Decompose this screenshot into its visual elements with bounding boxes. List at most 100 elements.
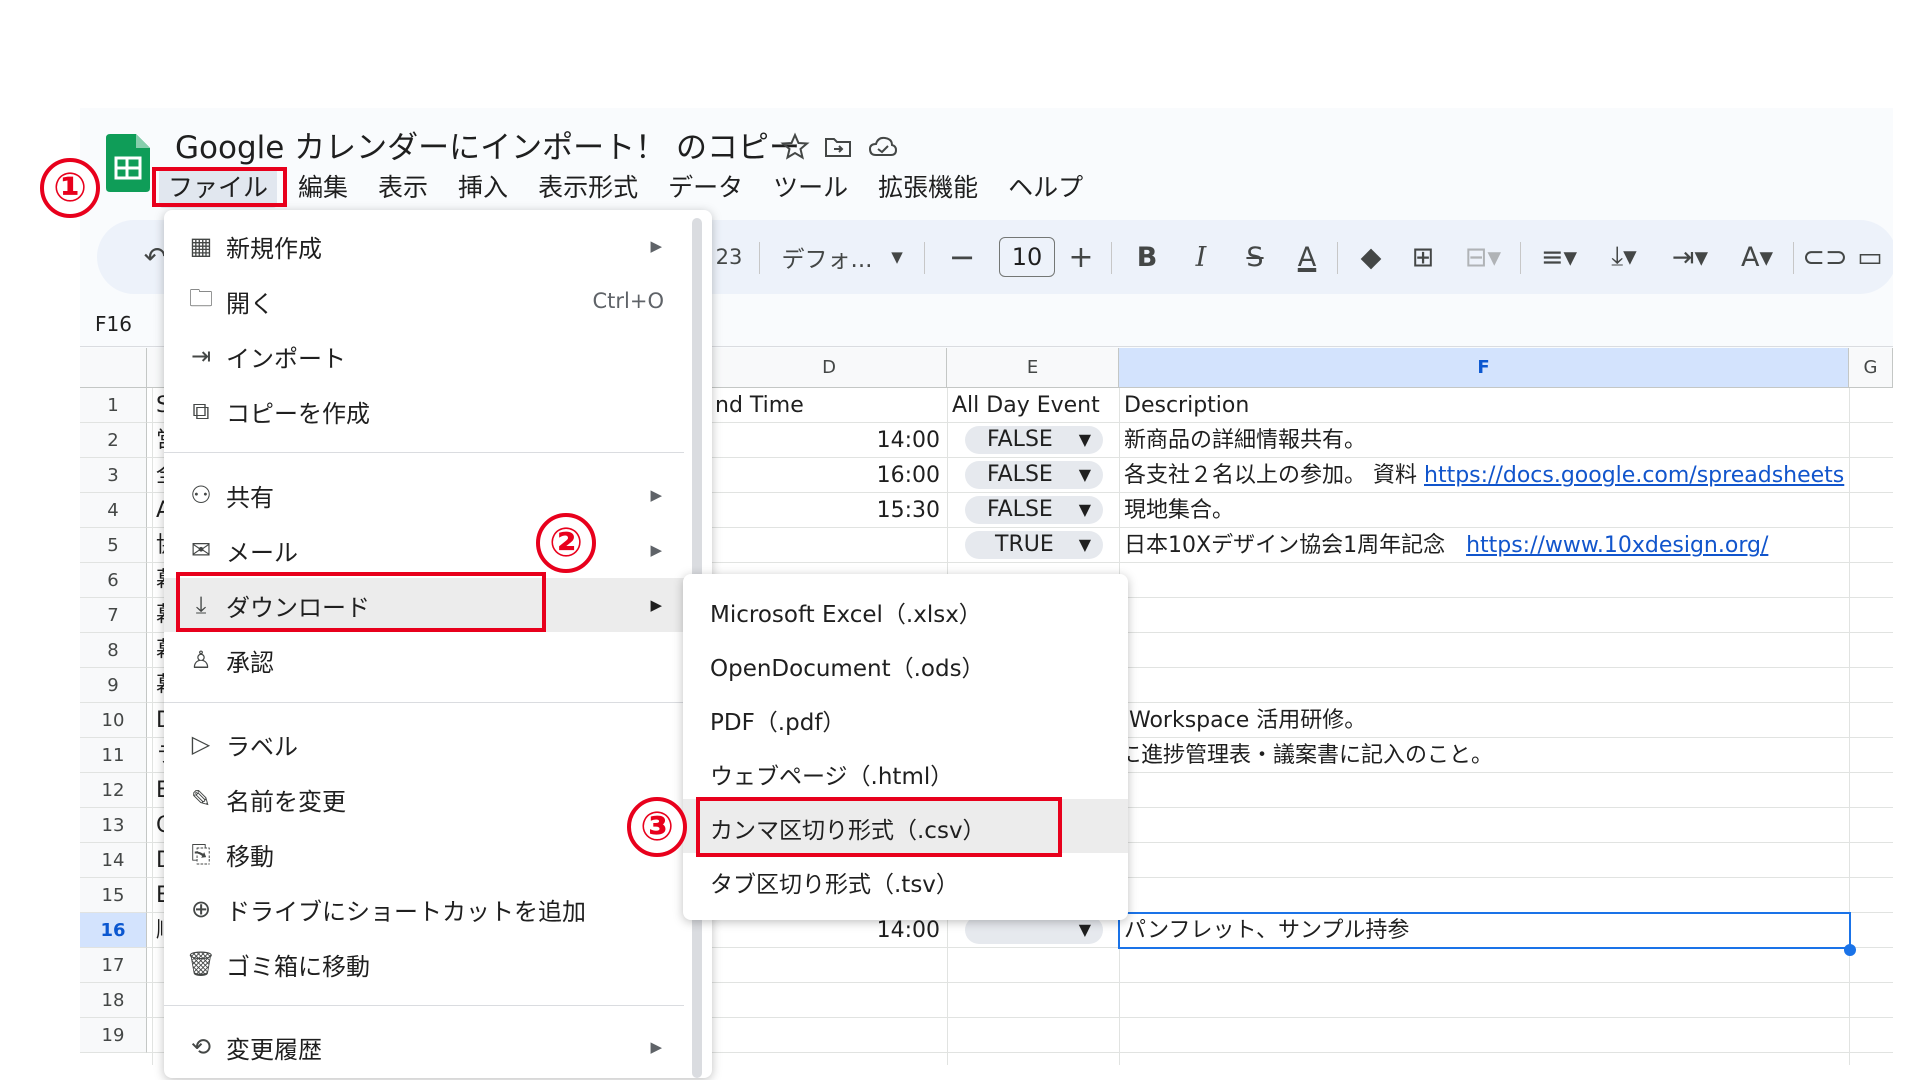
cell-f10[interactable]: Workspace 活用研修。 [1129,703,1366,738]
cell-f1[interactable]: Description [1124,388,1249,423]
row-header-1[interactable]: 1 [80,388,147,423]
row-header-18[interactable]: 18 [80,983,147,1018]
menu-extensions[interactable]: 拡張機能 [869,168,987,208]
fill-color-icon[interactable]: ◆ [1351,220,1391,294]
cell-e1[interactable]: All Day Event [952,388,1100,423]
file-menu-mail[interactable]: ✉ メール ▶ [164,523,684,577]
download-ods[interactable]: OpenDocument（.ods） [683,637,1128,691]
sheet-link[interactable]: https://docs.google.com/spreadsheets [1424,463,1844,488]
insert-comment-icon[interactable]: ▭ [1855,220,1885,294]
chip-value: TRUE [995,532,1054,557]
select-all-corner[interactable] [80,348,147,388]
row-header-4[interactable]: 4 [80,493,147,528]
row-header-17[interactable]: 17 [80,948,147,983]
file-menu-new[interactable]: ▦ 新規作成 ▶ [164,219,684,273]
download-tsv[interactable]: タブ区切り形式（.tsv） [683,853,1128,907]
row-header-16[interactable]: 16 [80,913,147,948]
row-header-12[interactable]: 12 [80,773,147,808]
menu-help[interactable]: ヘルプ [999,168,1092,208]
file-menu-label[interactable]: ▷ ラベル [164,717,684,771]
sheets-logo-icon[interactable] [106,134,150,192]
download-html[interactable]: ウェブページ（.html） [683,745,1128,799]
row-header-11[interactable]: 11 [80,738,147,773]
cell-d2[interactable]: 14:00 [712,423,940,458]
file-menu-trash[interactable]: 🗑 ゴミ箱に移動 [164,937,684,991]
file-menu-approve[interactable]: ♙ 承認 [164,633,684,687]
folder-move-icon[interactable] [823,132,853,162]
font-size-increase-button[interactable]: + [1063,220,1099,294]
row-header-15[interactable]: 15 [80,878,147,913]
col-header-f[interactable]: F [1119,348,1849,388]
menu-insert[interactable]: 挿入 [449,168,517,208]
submenu-arrow-icon: ▶ [650,541,662,559]
cell-f3[interactable]: 各支社２名以上の参加。 資料 https://docs.google.com/s… [1124,458,1844,493]
col-header-g[interactable]: G [1849,348,1893,388]
cell-d4[interactable]: 15:30 [712,493,940,528]
row-header-13[interactable]: 13 [80,808,147,843]
cell-f4[interactable]: 現地集合。 [1124,493,1234,528]
cell-d1[interactable]: nd Time [715,388,804,423]
cell-f5[interactable]: 日本10Xデザイン協会1周年記念 https://www.10xdesign.o… [1124,528,1768,563]
fill-handle[interactable] [1844,944,1856,956]
row-header-8[interactable]: 8 [80,633,147,668]
name-box[interactable]: F16 [95,312,132,336]
dropdown-chip[interactable]: FALSE ▼ [965,496,1103,524]
row-header-14[interactable]: 14 [80,843,147,878]
font-size-decrease-button[interactable]: − [944,220,980,294]
bold-button[interactable]: B [1130,220,1164,294]
file-menu-import-label: インポート [226,344,346,373]
text-wrap-icon[interactable]: ⇥▾ [1663,220,1717,294]
file-menu-share[interactable]: ⚇ 共有 ▶ [164,468,684,522]
dropdown-chip[interactable]: FALSE ▼ [965,426,1103,454]
file-menu-copy[interactable]: ⧉ コピーを作成 [164,384,684,438]
menu-tools[interactable]: ツール [764,168,857,208]
row-header-2[interactable]: 2 [80,423,147,458]
row-header-6[interactable]: 6 [80,563,147,598]
strikethrough-icon[interactable]: S [1235,220,1275,294]
row-header-9[interactable]: 9 [80,668,147,703]
website-link[interactable]: https://www.10xdesign.org/ [1466,533,1768,558]
row-header-19[interactable]: 19 [80,1018,147,1053]
annotation-number-1: ① [40,158,100,218]
vertical-align-icon[interactable]: ⤓▾ [1597,220,1651,294]
menu-format[interactable]: 表示形式 [529,168,647,208]
download-xlsx[interactable]: Microsoft Excel（.xlsx） [683,583,1128,637]
menu-view[interactable]: 表示 [369,168,437,208]
italic-button[interactable]: I [1184,220,1218,294]
file-menu-move[interactable]: ⎘ 移動 [164,827,684,881]
cell-f11[interactable]: に進捗管理表・議案書に記入のこと。 [1119,738,1493,773]
cloud-saved-icon[interactable] [868,132,898,162]
col-header-d[interactable]: D [712,348,947,388]
file-menu-rename[interactable]: ✎ 名前を変更 [164,772,684,826]
col-header-e[interactable]: E [947,348,1119,388]
menu-edit[interactable]: 編集 [289,168,357,208]
dropdown-chip[interactable]: FALSE ▼ [965,461,1103,489]
borders-icon[interactable]: ⊞ [1403,220,1443,294]
file-menu-history[interactable]: ⟲ 変更履歴 ▶ [164,1020,684,1074]
cell-f2[interactable]: 新商品の詳細情報共有。 [1124,423,1366,458]
text-color-icon[interactable]: A [1287,220,1327,294]
font-size-input[interactable]: 10 [999,237,1055,277]
text-rotate-icon[interactable]: A▾ [1730,220,1784,294]
download-pdf[interactable]: PDF（.pdf） [683,691,1128,745]
chevron-down-icon[interactable]: ▼ [885,220,909,294]
cell-d3[interactable]: 16:00 [712,458,940,493]
row-header-5[interactable]: 5 [80,528,147,563]
format-number-button[interactable]: 23 [709,220,749,294]
merge-cells-icon[interactable]: ⊟▾ [1457,220,1509,294]
submenu-arrow-icon: ▶ [650,1038,662,1056]
row-header-3[interactable]: 3 [80,458,147,493]
row-header-10[interactable]: 10 [80,703,147,738]
dropdown-chip[interactable]: TRUE ▼ [965,531,1103,559]
document-title[interactable]: Google カレンダーにインポート！ のコピー [175,122,800,167]
insert-link-icon[interactable]: ⊂⊃ [1802,220,1847,294]
file-menu-import[interactable]: ⇥ インポート [164,329,684,383]
file-menu-shortcut[interactable]: ⊕ ドライブにショートカットを追加 [164,882,684,936]
dropdown-chip[interactable]: ▼ [965,916,1103,944]
menu-data[interactable]: データ [659,168,752,208]
horizontal-align-icon[interactable]: ≡▾ [1532,220,1586,294]
star-icon[interactable] [780,132,810,162]
row-header-7[interactable]: 7 [80,598,147,633]
font-family-select[interactable]: デフォ... [772,220,882,294]
file-menu-open[interactable]: 🗀 開く Ctrl+O [164,274,684,328]
